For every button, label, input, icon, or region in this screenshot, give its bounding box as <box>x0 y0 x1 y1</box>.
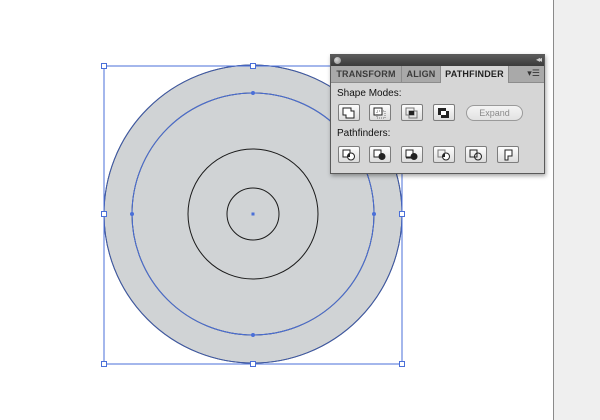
crop-icon <box>437 149 450 161</box>
center-point <box>251 212 255 216</box>
close-icon[interactable] <box>334 57 341 64</box>
shape-modes-label: Shape Modes: <box>337 88 402 99</box>
trim-button[interactable] <box>369 146 391 163</box>
outline-button[interactable] <box>465 146 487 163</box>
minus-front-button[interactable] <box>369 104 391 121</box>
trim-icon <box>373 149 386 160</box>
intersect-icon <box>405 107 418 119</box>
expand-button[interactable]: Expand <box>466 105 523 121</box>
minus-back-button[interactable] <box>497 146 519 163</box>
tab-align[interactable]: ALIGN <box>402 66 441 82</box>
tab-transform[interactable]: TRANSFORM <box>331 66 402 82</box>
divide-icon <box>342 149 355 161</box>
pathfinder-panel: ◂◂ TRANSFORM ALIGN PATHFINDER ▾☰ Shape M… <box>330 54 545 174</box>
unite-icon <box>342 107 355 119</box>
unite-button[interactable] <box>338 104 360 121</box>
exclude-button[interactable] <box>433 104 455 121</box>
outline-icon <box>469 149 482 161</box>
minus-front-icon <box>373 107 386 119</box>
panel-titlebar[interactable]: ◂◂ <box>331 55 544 66</box>
exclude-icon <box>438 108 449 118</box>
tab-pathfinder[interactable]: PATHFINDER <box>441 66 509 83</box>
panel-tab-strip: TRANSFORM ALIGN PATHFINDER ▾☰ <box>331 66 544 83</box>
divide-button[interactable] <box>338 146 360 163</box>
merge-icon <box>405 149 418 160</box>
crop-button[interactable] <box>433 146 455 163</box>
intersect-button[interactable] <box>401 104 423 121</box>
collapse-icon[interactable]: ◂◂ <box>536 54 542 66</box>
panel-menu-icon[interactable]: ▾☰ <box>526 68 541 80</box>
minus-back-icon <box>504 149 513 161</box>
pathfinders-label: Pathfinders: <box>337 128 391 139</box>
merge-button[interactable] <box>401 146 423 163</box>
